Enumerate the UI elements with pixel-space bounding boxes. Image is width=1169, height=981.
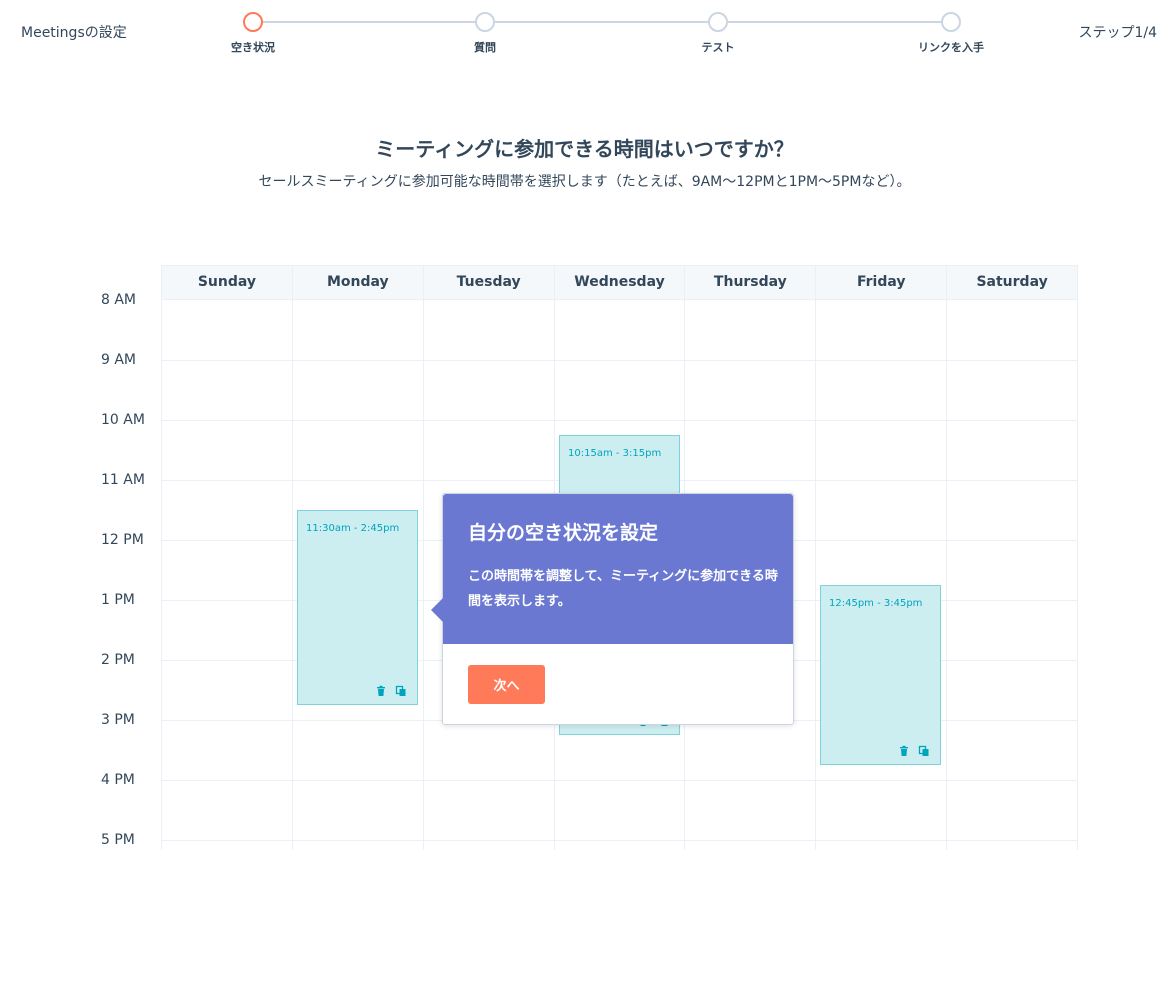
onboarding-popover: 自分の空き状況を設定 この時間帯を調整して、ミーティングに参加できる時間を表示し… — [431, 493, 794, 725]
day-header-saturday: Saturday — [947, 266, 1079, 299]
page-subtitle: セールスミーティングに参加可能な時間帯を選択します（たとえば、9AM〜12PMと… — [258, 174, 911, 190]
day-header-tuesday: Tuesday — [424, 266, 555, 299]
grid-hour-line — [162, 360, 1078, 361]
step-get-link[interactable]: リンクを入手 — [891, 12, 1011, 55]
popover-arrow — [431, 598, 443, 622]
time-label: 8 AM — [101, 292, 137, 308]
copy-icon[interactable] — [918, 742, 930, 756]
time-label: 9 AM — [101, 352, 137, 368]
popover-title: 自分の空き状況を設定 — [468, 522, 659, 544]
step-count: ステップ1/4 — [1078, 25, 1157, 41]
availability-block-time: 12:45pm - 3:45pm — [829, 598, 923, 609]
day-header-monday: Monday — [293, 266, 424, 299]
stepper-line — [253, 21, 951, 23]
time-label: 2 PM — [101, 652, 135, 668]
time-label: 11 AM — [101, 472, 145, 488]
step-availability[interactable]: 空き状況 — [193, 12, 313, 55]
step-test[interactable]: テスト — [658, 12, 778, 55]
block-actions — [375, 682, 407, 696]
grid-column-line — [946, 300, 947, 850]
availability-block-time: 11:30am - 2:45pm — [306, 523, 400, 534]
step-circle — [941, 12, 961, 32]
time-label: 4 PM — [101, 772, 135, 788]
time-label: 12 PM — [101, 532, 144, 548]
grid-column-line — [1077, 300, 1078, 850]
step-label: リンクを入手 — [918, 41, 984, 54]
trash-icon[interactable] — [898, 742, 910, 756]
copy-icon[interactable] — [395, 682, 407, 696]
grid-column-line — [292, 300, 293, 850]
block-actions — [898, 742, 930, 756]
grid-column-line — [423, 300, 424, 850]
step-circle — [708, 12, 728, 32]
day-header-friday: Friday — [816, 266, 948, 299]
next-button[interactable]: 次へ — [468, 665, 545, 704]
day-header-wednesday: Wednesday — [555, 266, 686, 299]
popover-header: 自分の空き状況を設定 この時間帯を調整して、ミーティングに参加できる時間を表示し… — [443, 494, 793, 644]
availability-block-friday[interactable]: 12:45pm - 3:45pm — [820, 585, 941, 765]
step-label: 空き状況 — [231, 41, 275, 54]
step-questions[interactable]: 質問 — [425, 12, 545, 55]
time-label: 1 PM — [101, 592, 135, 608]
time-label: 10 AM — [101, 412, 145, 428]
trash-icon[interactable] — [375, 682, 387, 696]
grid-hour-line — [162, 780, 1078, 781]
step-label: 質問 — [474, 41, 496, 54]
app-title: Meetingsの設定 — [21, 25, 127, 41]
grid-hour-line — [162, 840, 1078, 841]
step-label: テスト — [701, 41, 735, 54]
calendar-header: Sunday Monday Tuesday Wednesday Thursday Frid… — [162, 265, 1079, 300]
grid-column-line — [815, 300, 816, 850]
day-header-sunday: Sunday — [162, 266, 293, 299]
popover-body: この時間帯を調整して、ミーティングに参加できる時間を表示します。 — [468, 569, 778, 609]
time-label: 3 PM — [101, 712, 135, 728]
page-title: ミーティングに参加できる時間はいつですか？ — [375, 137, 794, 161]
availability-block-time: 10:15am - 3:15pm — [568, 448, 662, 459]
availability-block-monday[interactable]: 11:30am - 2:45pm — [297, 510, 418, 705]
day-header-thursday: Thursday — [685, 266, 817, 299]
time-label: 5 PM — [101, 832, 135, 848]
step-circle — [243, 12, 263, 32]
grid-hour-line — [162, 420, 1078, 421]
step-circle — [475, 12, 495, 32]
